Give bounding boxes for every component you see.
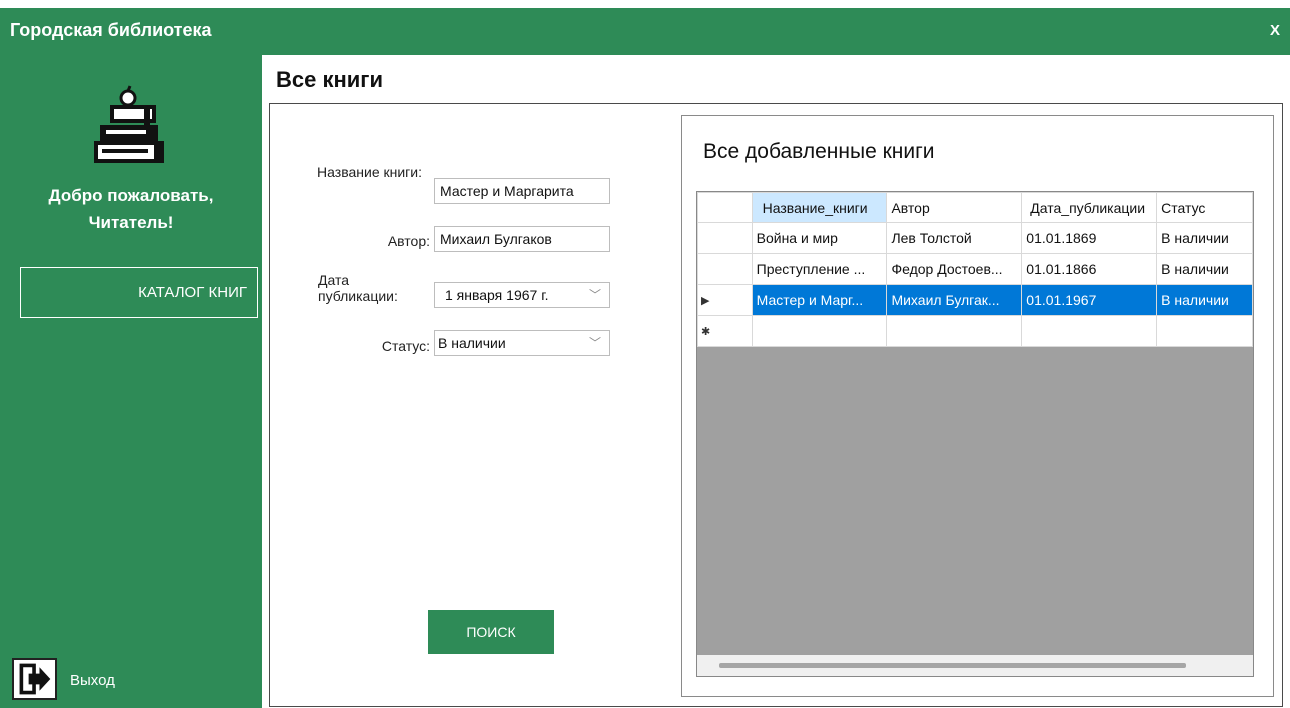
cell-author[interactable]: Михаил Булгак... <box>886 284 1023 316</box>
status-label: Статус: <box>381 338 430 354</box>
cell-status[interactable]: В наличии <box>1156 222 1253 254</box>
book-title-label: Название книги: <box>317 164 422 180</box>
main-area: Все книги Название книги: Мастер и Марга… <box>262 55 1290 708</box>
publication-date-value: 1 января 1967 г. <box>445 287 549 303</box>
chevron-down-icon[interactable]: ﹀ <box>589 331 601 355</box>
cell-title[interactable]: Война и мир <box>751 222 888 254</box>
scrollbar-thumb[interactable] <box>719 663 1186 668</box>
chevron-down-icon[interactable]: ﹀ <box>589 283 601 307</box>
grid-title: Все добавленные книги <box>703 140 935 163</box>
new-cell[interactable] <box>1156 315 1253 347</box>
title-bar: Городская библиотека X <box>0 8 1290 55</box>
author-input[interactable]: Михаил Булгаков <box>434 226 610 252</box>
column-header-author[interactable]: Автор <box>886 192 1023 223</box>
welcome-message: Добро пожаловать, Читатель! <box>0 182 262 236</box>
new-row[interactable]: ✱ <box>697 315 1253 347</box>
cell-author[interactable]: Федор Достоев... <box>886 253 1023 285</box>
row-header[interactable] <box>697 253 753 285</box>
cell-date[interactable]: 01.01.1866 <box>1021 253 1158 285</box>
author-label: Автор: <box>387 233 430 249</box>
books-grid-panel: Все добавленные книги Название_книги Авт… <box>681 115 1274 697</box>
window-top-edge <box>0 0 1290 8</box>
column-header-date[interactable]: Дата_публикации <box>1021 192 1158 223</box>
content-panel: Название книги: Мастер и Маргарита Автор… <box>269 103 1283 707</box>
exit-icon[interactable] <box>12 658 57 700</box>
table-header-row: Название_книги Автор Дата_публикации Ста… <box>697 192 1253 223</box>
books-grid[interactable]: Название_книги Автор Дата_публикации Ста… <box>696 191 1254 677</box>
table-row[interactable]: Война и мир Лев Толстой 01.01.1869 В нал… <box>697 222 1253 254</box>
row-header-corner <box>697 192 753 223</box>
column-header-status[interactable]: Статус <box>1156 192 1253 223</box>
publication-date-label: Дата публикации: <box>318 272 398 304</box>
cell-title[interactable]: Мастер и Марг... <box>751 284 888 316</box>
status-value: В наличии <box>438 335 506 351</box>
table-row-selected[interactable]: ▶ Мастер и Марг... Михаил Булгак... 01.0… <box>697 284 1253 316</box>
cell-status[interactable]: В наличии <box>1156 253 1253 285</box>
welcome-line-1: Добро пожаловать, <box>48 186 214 205</box>
catalog-button[interactable]: КАТАЛОГ КНИГ <box>20 267 258 318</box>
welcome-line-2: Читатель! <box>88 213 174 232</box>
cell-author[interactable]: Лев Толстой <box>886 222 1023 254</box>
app-title: Городская библиотека <box>10 20 212 40</box>
status-select[interactable]: В наличии ﹀ <box>434 330 610 356</box>
row-header[interactable] <box>697 222 753 254</box>
cell-status[interactable]: В наличии <box>1156 284 1253 316</box>
sidebar: Добро пожаловать, Читатель! КАТАЛОГ КНИГ… <box>0 55 262 708</box>
cell-date[interactable]: 01.01.1869 <box>1021 222 1158 254</box>
horizontal-scrollbar[interactable] <box>697 655 1253 676</box>
exit-label[interactable]: Выход <box>70 672 115 689</box>
cell-title[interactable]: Преступление ... <box>751 253 888 285</box>
new-cell[interactable] <box>1021 315 1158 347</box>
books-logo-icon <box>94 85 164 163</box>
search-button[interactable]: ПОИСК <box>428 610 554 654</box>
books-table: Название_книги Автор Дата_публикации Ста… <box>697 192 1253 347</box>
column-header-title[interactable]: Название_книги <box>751 192 888 223</box>
book-title-input[interactable]: Мастер и Маргарита <box>434 178 610 204</box>
new-cell[interactable] <box>886 315 1023 347</box>
table-row[interactable]: Преступление ... Федор Достоев... 01.01.… <box>697 253 1253 285</box>
cell-date[interactable]: 01.01.1967 <box>1021 284 1158 316</box>
close-button[interactable]: X <box>1270 22 1280 39</box>
page-title: Все книги <box>276 67 383 92</box>
new-row-marker-icon[interactable]: ✱ <box>697 315 753 347</box>
new-cell[interactable] <box>751 315 888 347</box>
publication-date-picker[interactable]: 1 января 1967 г. ﹀ <box>434 282 610 308</box>
current-row-arrow-icon[interactable]: ▶ <box>697 284 753 316</box>
